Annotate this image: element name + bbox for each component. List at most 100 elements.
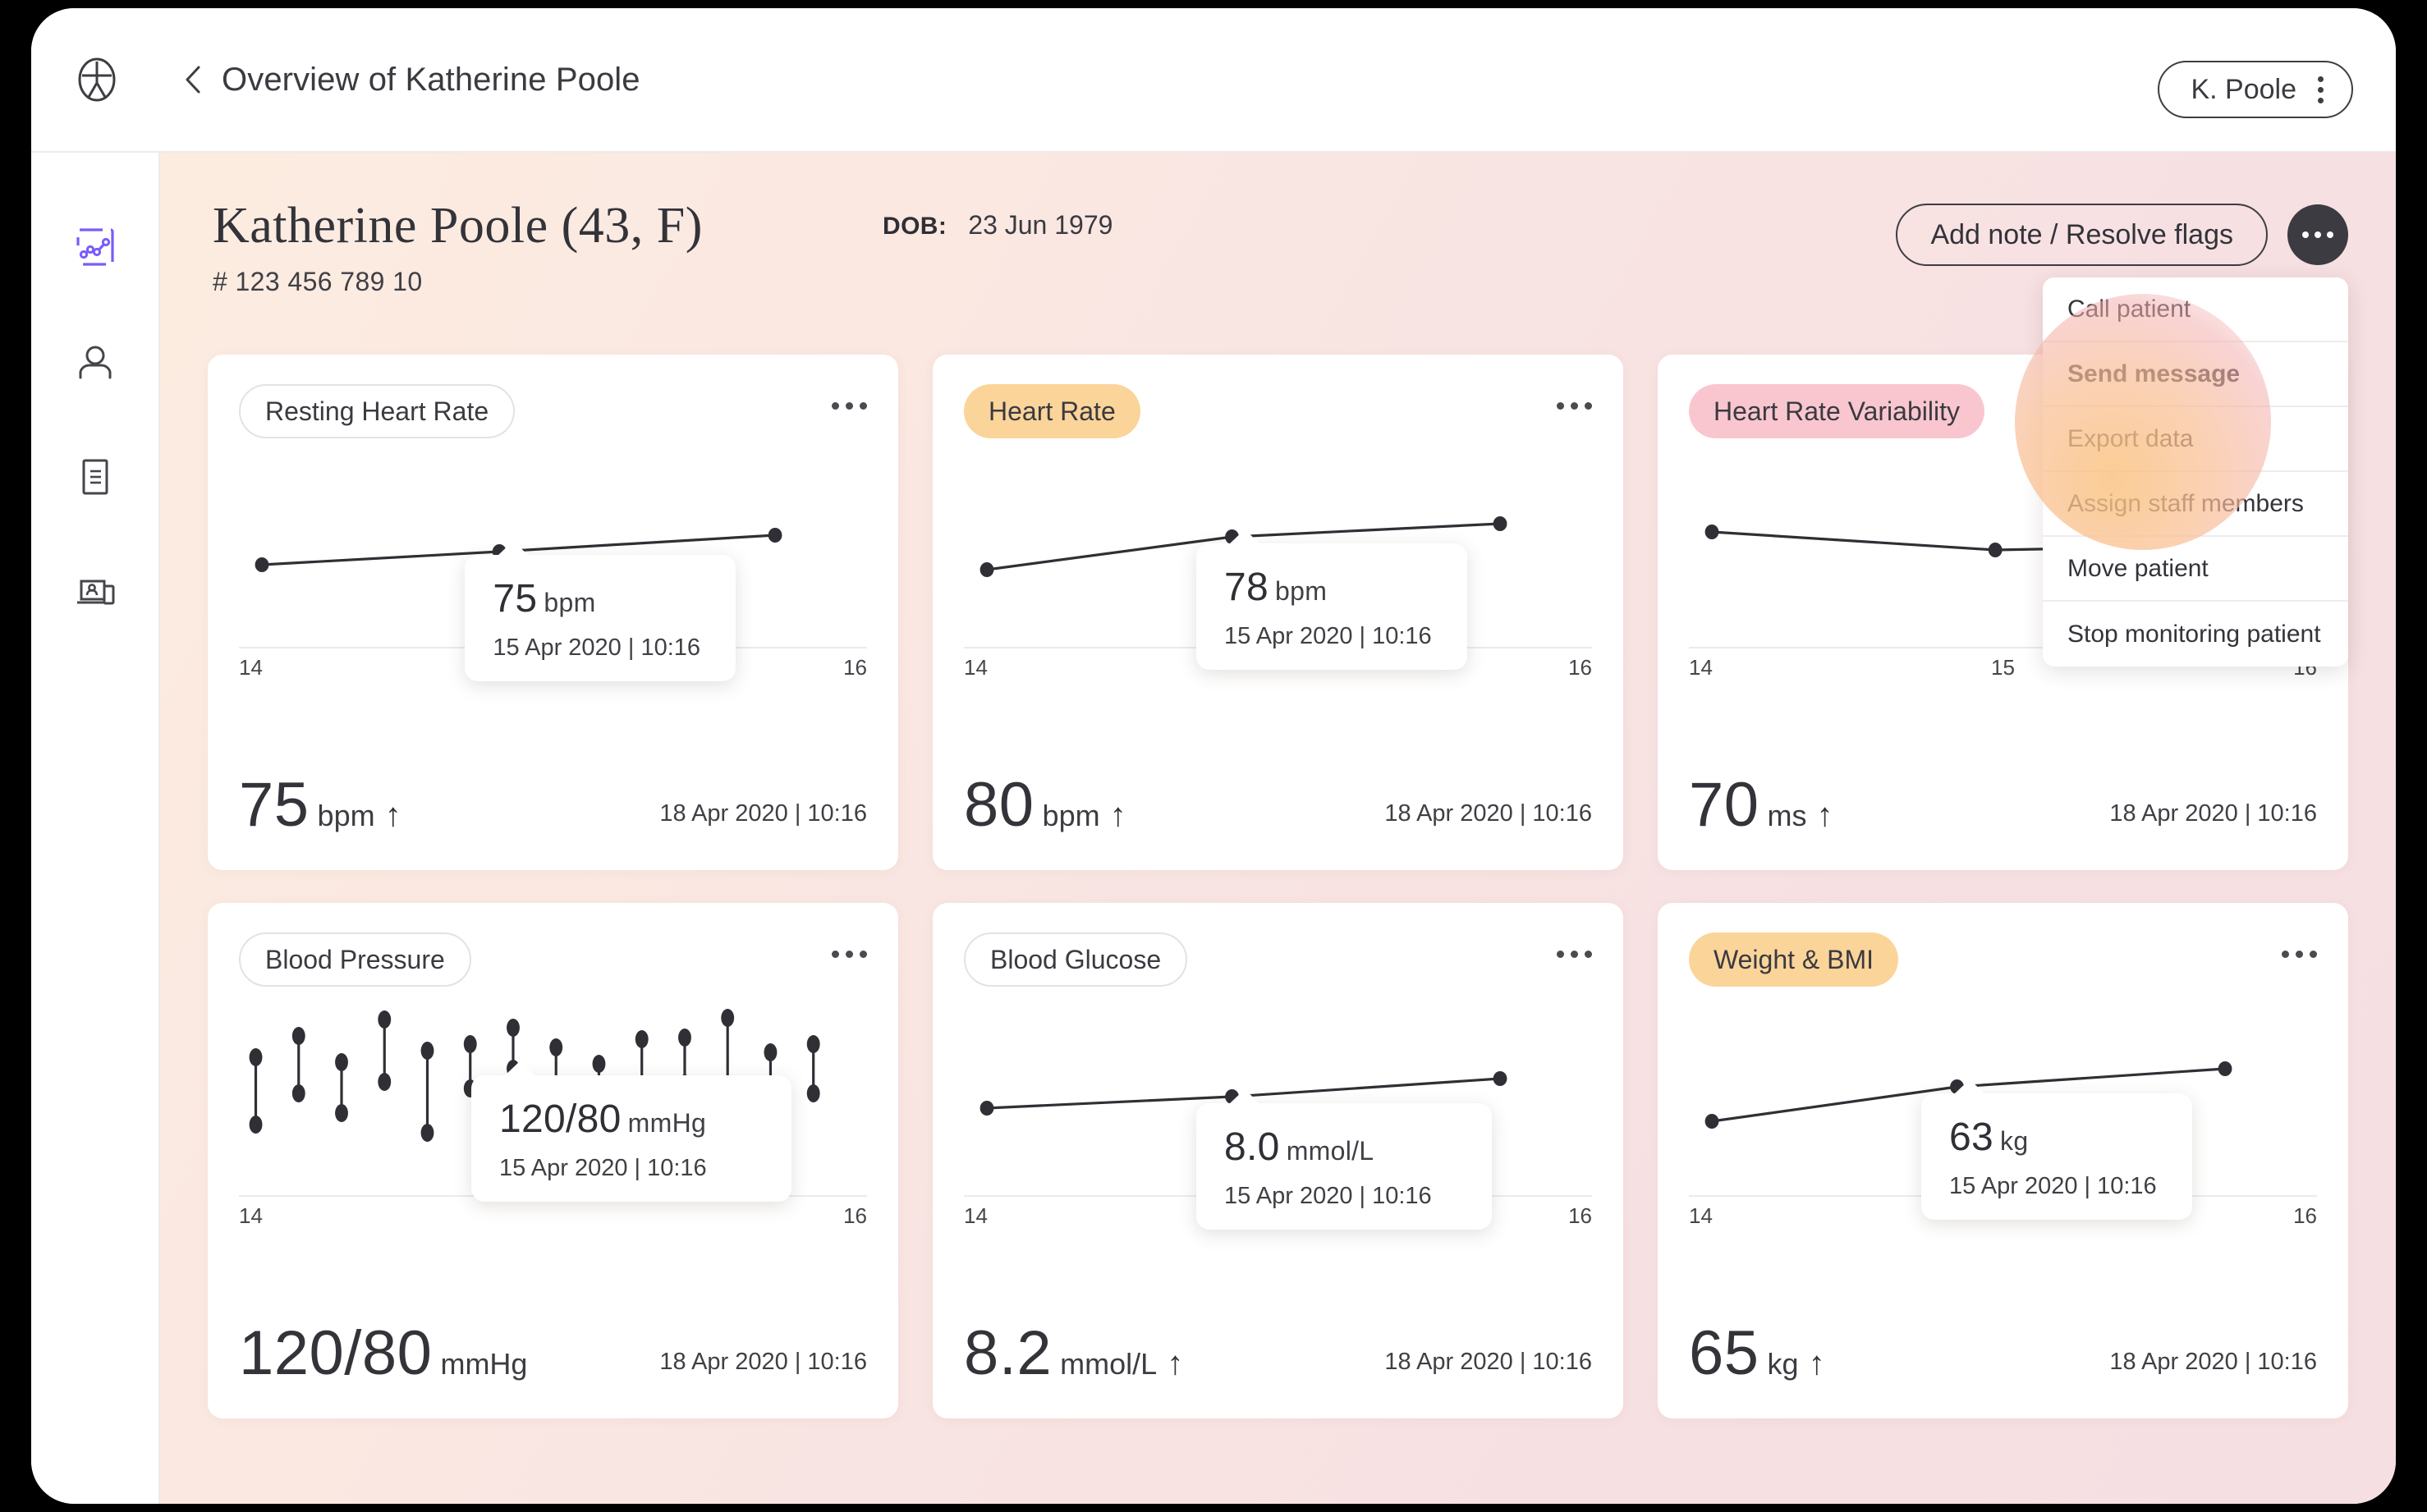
dob-label: DOB:	[883, 213, 947, 240]
card-header: Weight & BMI	[1689, 932, 2317, 987]
add-note-resolve-flags-button[interactable]: Add note / Resolve flags	[1896, 204, 2268, 266]
horizontal-dots-icon[interactable]	[1557, 932, 1592, 958]
tooltip-date: 15 Apr 2020 | 10:16	[499, 1155, 707, 1181]
top-bar: Overview of Katherine Poole K. Poole	[31, 8, 2396, 153]
main-content: Katherine Poole (43, F) # 123 456 789 10…	[160, 153, 2396, 1504]
sidebar-item-devices[interactable]	[73, 570, 117, 614]
sidebar-item-patients[interactable]	[73, 340, 117, 384]
chart-tooltip: 78 bpm 15 Apr 2020 | 10:16	[1196, 529, 1468, 670]
trend-arrow-icon: ↑	[1109, 796, 1127, 833]
menu-item-call-patient[interactable]: Call patient	[2043, 277, 2348, 342]
patient-options-dropdown: Call patient Send message Export data As…	[2043, 277, 2348, 667]
menu-item-send-message[interactable]: Send message	[2043, 342, 2348, 407]
metric-card-resting-heart-rate: Resting Heart Rate 14 16 75 bpm 15 Apr 2…	[208, 355, 898, 870]
horizontal-dots-icon[interactable]	[832, 384, 867, 410]
card-header: Heart Rate	[964, 384, 1592, 438]
card-title-badge: Blood Pressure	[239, 932, 471, 987]
chevron-left-icon[interactable]	[182, 63, 204, 96]
current-value: 120/80 mmHg	[239, 1317, 528, 1388]
current-value: 80 bpm ↑	[964, 769, 1127, 840]
card-footer: 8.2 mmol/L ↑ 18 Apr 2020 | 10:16	[964, 1317, 1592, 1388]
x-tick-end: 16	[843, 655, 867, 680]
card-footer: 75 bpm ↑ 18 Apr 2020 | 10:16	[239, 769, 867, 840]
card-title-badge: Heart Rate	[964, 384, 1140, 438]
tablet-device-frame: Overview of Katherine Poole K. Poole Kat…	[31, 8, 2396, 1504]
tooltip-value: 120/80 mmHg	[499, 1097, 707, 1141]
chart-tooltip: 120/80 mmHg 15 Apr 2020 | 10:16	[471, 1061, 792, 1202]
tooltip-value: 78 bpm	[1224, 566, 1328, 609]
current-value: 75 bpm ↑	[239, 769, 402, 840]
unit-label: bpm	[317, 798, 375, 832]
chart-tooltip: 8.0 mmol/L 15 Apr 2020 | 10:16	[1196, 1089, 1493, 1230]
metric-card-blood-pressure: Blood Pressure 14 16 120/80 mmHg 15 Apr …	[208, 903, 898, 1418]
x-tick-end: 16	[1568, 1203, 1592, 1228]
tooltip-date: 15 Apr 2020 | 10:16	[493, 635, 701, 661]
trend-arrow-icon: ↑	[1808, 1345, 1826, 1381]
card-header: Blood Pressure	[239, 932, 867, 987]
horizontal-dots-icon[interactable]	[2282, 932, 2317, 958]
card-footer: 70 ms ↑ 18 Apr 2020 | 10:16	[1689, 769, 2317, 840]
metric-card-heart-rate: Heart Rate 14 16 78 bpm 15 Apr 2020 | 10…	[933, 355, 1623, 870]
card-footer: 65 kg ↑ 18 Apr 2020 | 10:16	[1689, 1317, 2317, 1388]
menu-item-move-patient[interactable]: Move patient	[2043, 537, 2348, 602]
header-actions: Add note / Resolve flags	[1896, 204, 2348, 266]
menu-item-assign-staff-members[interactable]: Assign staff members	[2043, 472, 2348, 537]
account-name: K. Poole	[2191, 73, 2296, 105]
x-tick-start: 14	[239, 655, 263, 680]
unit-label: ms	[1767, 798, 1807, 832]
sidebar-item-monitoring[interactable]	[73, 225, 117, 269]
tooltip-value: 75 bpm	[493, 577, 596, 621]
tooltip-date: 15 Apr 2020 | 10:16	[1949, 1173, 2157, 1199]
trend-arrow-icon: ↑	[1167, 1345, 1184, 1381]
sidebar-item-reports[interactable]	[73, 455, 117, 499]
last-reading-date: 18 Apr 2020 | 10:16	[1384, 1349, 1592, 1375]
chart-tooltip: 75 bpm 15 Apr 2020 | 10:16	[465, 541, 736, 681]
menu-item-stop-monitoring-patient[interactable]: Stop monitoring patient	[2043, 602, 2348, 667]
x-tick-start: 14	[964, 1203, 988, 1228]
vertical-dots-icon	[2318, 76, 2324, 103]
card-footer: 120/80 mmHg 18 Apr 2020 | 10:16	[239, 1317, 867, 1388]
last-reading-date: 18 Apr 2020 | 10:16	[659, 1349, 867, 1375]
x-tick-end: 16	[843, 1203, 867, 1228]
chart-heart-rate: 14 16 78 bpm 15 Apr 2020 | 10:16	[964, 453, 1592, 683]
card-title-badge: Heart Rate Variability	[1689, 384, 1984, 438]
last-reading-date: 18 Apr 2020 | 10:16	[2109, 800, 2317, 827]
breadcrumb: Overview of Katherine Poole	[222, 61, 640, 98]
account-menu-button[interactable]: K. Poole	[2158, 61, 2353, 118]
card-title-badge: Resting Heart Rate	[239, 384, 516, 438]
chart-tooltip: 63 kg 15 Apr 2020 | 10:16	[1921, 1079, 2193, 1220]
metric-card-weight-bmi: Weight & BMI 14 16 63 kg 15 Apr 2020 | 1…	[1658, 903, 2348, 1418]
chart-resting-heart-rate: 14 16 75 bpm 15 Apr 2020 | 10:16	[239, 453, 867, 683]
current-value: 65 kg ↑	[1689, 1317, 1826, 1388]
x-tick-start: 14	[1689, 1203, 1713, 1228]
tooltip-date: 15 Apr 2020 | 10:16	[1224, 1183, 1432, 1209]
trend-arrow-icon: ↑	[384, 796, 402, 833]
dob-value: 23 Jun 1979	[968, 210, 1113, 240]
card-header: Blood Glucose	[964, 932, 1592, 987]
patient-header: Katherine Poole (43, F) # 123 456 789 10…	[160, 153, 2396, 667]
metric-card-blood-glucose: Blood Glucose 14 16 8.0 mmol/L 15 Apr 20…	[933, 903, 1623, 1418]
menu-item-export-data[interactable]: Export data	[2043, 407, 2348, 472]
horizontal-dots-icon[interactable]	[1557, 384, 1592, 410]
current-value: 70 ms ↑	[1689, 769, 1834, 840]
unit-label: kg	[1767, 1346, 1799, 1381]
last-reading-date: 18 Apr 2020 | 10:16	[2109, 1349, 2317, 1375]
last-reading-date: 18 Apr 2020 | 10:16	[1384, 800, 1592, 827]
unit-label: bpm	[1042, 798, 1100, 832]
x-tick-end: 16	[2293, 1203, 2317, 1228]
x-tick-start: 14	[239, 1203, 263, 1228]
current-value: 8.2 mmol/L ↑	[964, 1317, 1184, 1388]
dob-block: DOB: 23 Jun 1979	[883, 210, 1113, 241]
patient-more-options-button[interactable]	[2287, 204, 2348, 265]
tooltip-value: 8.0 mmol/L	[1224, 1125, 1374, 1169]
last-reading-date: 18 Apr 2020 | 10:16	[659, 800, 867, 827]
chart-blood-pressure: 14 16 120/80 mmHg 15 Apr 2020 | 10:16	[239, 1001, 867, 1231]
tooltip-date: 15 Apr 2020 | 10:16	[1224, 623, 1432, 649]
chart-weight-bmi: 14 16 63 kg 15 Apr 2020 | 10:16	[1689, 1001, 2317, 1231]
unit-label: mmol/L	[1060, 1346, 1158, 1381]
chart-blood-glucose: 14 16 8.0 mmol/L 15 Apr 2020 | 10:16	[964, 1001, 1592, 1231]
x-tick-end: 16	[1568, 655, 1592, 680]
card-title-badge: Blood Glucose	[964, 932, 1188, 987]
horizontal-dots-icon[interactable]	[832, 932, 867, 958]
x-tick-start: 14	[964, 655, 988, 680]
